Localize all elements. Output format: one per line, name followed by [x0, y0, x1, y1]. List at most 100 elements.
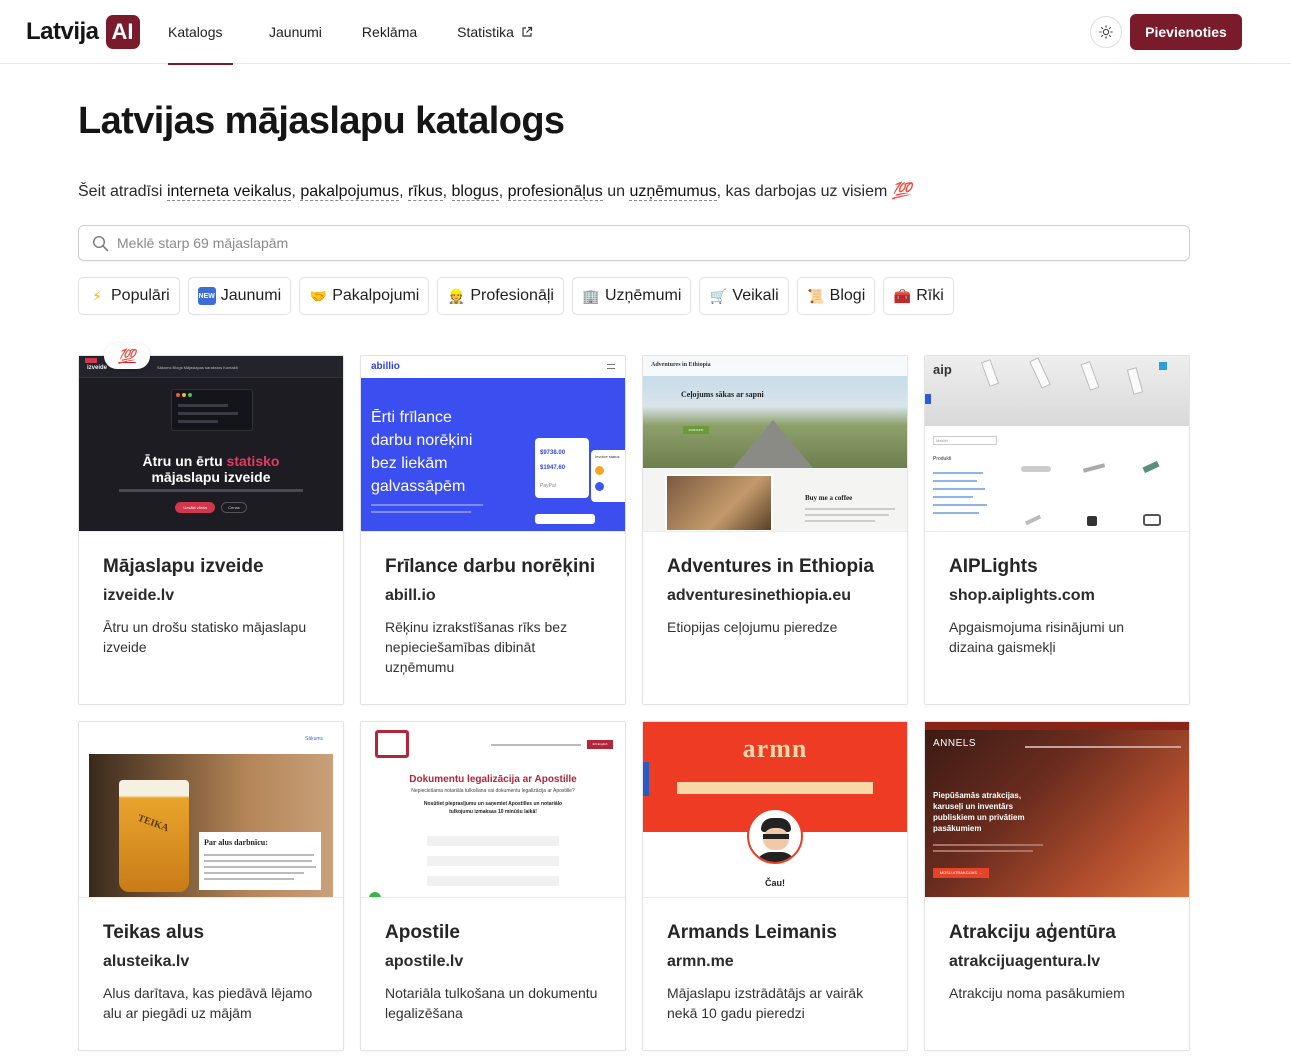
chip-populari[interactable]: ⚡ Populāri: [78, 277, 180, 315]
screenshot-logo: [375, 730, 409, 758]
site-card-abillio[interactable]: abillio Ērti frīlance darbu norēķini bez…: [360, 355, 626, 705]
screenshot-navbar: [361, 356, 625, 378]
screenshot-chat-bubble: [369, 892, 381, 897]
nav-item-reklama[interactable]: Reklāma: [362, 0, 417, 64]
professional-icon: 👷: [447, 287, 466, 304]
screenshot-button: KONTAKTI: [683, 426, 709, 434]
search-icon: [92, 235, 109, 252]
site-screenshot: armn Čau!: [643, 722, 907, 898]
screenshot-headline-accent: statisko: [226, 453, 280, 469]
screenshot-terminal: [171, 389, 253, 431]
card-title: Teikas alus: [103, 922, 205, 943]
screenshot-status-label: Invoice status: [595, 454, 620, 459]
card-description: Ātru un drošu statisko mājaslapu izveide: [103, 619, 307, 655]
chip-riki[interactable]: 🧰 Rīki: [883, 277, 954, 315]
sun-icon: [1099, 25, 1113, 39]
screenshot-headline: Ātru un ērtu statisko: [79, 453, 343, 469]
screenshot-greeting: Čau!: [765, 878, 785, 888]
card-description: Notariāla tulkošana un dokumentu legaliz…: [385, 985, 598, 1021]
site-card-atrakcijas[interactable]: ANNELS Piepūšamās atrakcijas, karuseļi u…: [924, 721, 1190, 1051]
chip-jaunumi[interactable]: NEW Jaunumi: [187, 277, 292, 315]
site-card-aiplights[interactable]: aip Meklēt Produkti AIPLights shop.aipli…: [924, 355, 1190, 705]
card-domain: alusteika.lv: [103, 953, 190, 970]
site-screenshot: Adventures in Ethiopia Ceļojums sākas ar…: [643, 356, 907, 532]
site-card-izveide[interactable]: izveide Sākums Blogs Mājaslapas saraksto…: [78, 355, 344, 705]
screenshot-logo: ANNELS: [933, 738, 977, 749]
card-description: Apgaismojuma risinājumi un dizaina gaism…: [949, 619, 1125, 655]
screenshot-textbox-heading: Par alus darbnīcu:: [204, 838, 268, 847]
screenshot-text-line: [933, 844, 1043, 846]
card-title: Mājaslapu izveide: [103, 556, 264, 577]
screenshot-text-line: [933, 850, 1033, 852]
site-card-apostile[interactable]: EN English Dokumentu legalizācija ar Apo…: [360, 721, 626, 1051]
search-input[interactable]: [117, 227, 1177, 259]
brand-ai-badge: AI: [105, 15, 140, 49]
site-card-ethiopia[interactable]: Adventures in Ethiopia Ceļojums sākas ar…: [642, 355, 908, 705]
screenshot-search: Meklēt: [933, 436, 997, 445]
nav-item-statistika[interactable]: Statistika: [457, 0, 533, 64]
featured-badge: 💯: [104, 343, 150, 369]
screenshot-product: [1143, 514, 1161, 526]
card-title: Frīlance darbu norēķini: [385, 556, 596, 577]
nav-label: Katalogs: [168, 24, 223, 40]
card-description: Alus darītava, kas piedāvā lējamo alu ar…: [103, 985, 313, 1021]
card-description: Atrakciju noma pasākumiem: [949, 985, 1125, 1001]
site-logo[interactable]: Latvija AI: [26, 15, 140, 49]
screenshot-flag: [85, 358, 97, 363]
screenshot-logo: armn: [742, 734, 808, 763]
screenshot-headline: Ērti frīlance darbu norēķini bez liekām …: [371, 409, 473, 495]
card-domain: adventuresinethiopia.eu: [667, 587, 852, 604]
card-title: AIPLights: [949, 556, 1038, 577]
subtitle-link-companies[interactable]: uzņēmumus: [629, 183, 717, 201]
chip-pakalpojumi[interactable]: 🤝 Pakalpojumi: [299, 277, 430, 315]
card-title: Adventures in Ethiopia: [667, 556, 874, 577]
chip-uznemumi[interactable]: 🏢 Uzņēmumi: [571, 277, 692, 315]
screenshot-lang-button: EN English: [587, 740, 613, 749]
join-button[interactable]: Pievienoties: [1130, 14, 1242, 50]
screenshot-hero: [925, 356, 1189, 426]
site-screenshot: izveide Sākums Blogs Mājaslapas saraksto…: [79, 356, 343, 532]
screenshot-step-text: Nosūtiet pieprasījumu un saņemiet Aposti…: [423, 801, 563, 815]
chip-veikali[interactable]: 🛒 Veikali: [699, 277, 789, 315]
brand-name: Latvija: [26, 18, 99, 45]
site-screenshot: Sākums TEIKA Par alus darbnīcu:: [79, 722, 343, 898]
subtitle-link-stores[interactable]: interneta veikalus: [166, 183, 292, 201]
site-screenshot: abillio Ērti frīlance darbu norēķini bez…: [361, 356, 625, 532]
screenshot-menu: Sākums Blogs Mājaslapas sarakstos Kontak…: [157, 365, 238, 370]
screenshot-paypal: PayPal: [540, 483, 556, 489]
theme-toggle-button[interactable]: [1090, 16, 1122, 48]
screenshot-cta-secondary: Cenas: [221, 502, 247, 513]
screenshot-amount: $9738.00: [540, 450, 566, 456]
site-card-teika[interactable]: Sākums TEIKA Par alus darbnīcu: Teikas a…: [78, 721, 344, 1051]
subtitle-link-tools[interactable]: rīkus: [407, 183, 443, 201]
card-description: Etiopijas ceļojumu pieredze: [667, 619, 838, 635]
subtitle-link-services[interactable]: pakalpojumus: [300, 183, 400, 201]
menu-icon: [607, 364, 615, 369]
screenshot-product: [1021, 466, 1051, 472]
subtitle-link-professionals[interactable]: profesionāļus: [507, 183, 603, 201]
site-screenshot: aip Meklēt Produkti: [925, 356, 1189, 532]
screenshot-text-line: [805, 514, 889, 516]
nav-item-katalogs[interactable]: Katalogs: [168, 0, 233, 65]
screenshot-textbox: Par alus darbnīcu:: [199, 832, 321, 890]
chip-profesionali[interactable]: 👷 Profesionāļi: [437, 277, 564, 315]
site-card-armn[interactable]: armn Čau! Armands Leimanis armn.me Mājas…: [642, 721, 908, 1051]
chip-label: Veikali: [732, 287, 779, 304]
screenshot-social-bar: [643, 762, 649, 796]
screenshot-text-line: [371, 504, 483, 506]
screenshot-menu: [491, 744, 581, 746]
nav-item-jaunumi[interactable]: Jaunumi: [269, 0, 322, 64]
screenshot-text-line: [805, 508, 895, 510]
chip-label: Profesionāļi: [470, 287, 554, 304]
shopping-cart-icon: 🛒: [709, 287, 728, 304]
screenshot-text-line: [371, 511, 471, 513]
card-domain: armn.me: [667, 953, 734, 970]
toolbox-icon: 🧰: [893, 287, 911, 304]
screenshot-side-tab: [925, 394, 931, 404]
screenshot-logo: aip: [933, 362, 952, 377]
chip-label: Jaunumi: [220, 287, 282, 304]
screenshot-status-card: Invoice status: [591, 450, 625, 502]
chip-blogi[interactable]: 📜 Blogi: [796, 277, 876, 315]
subtitle-link-blogs[interactable]: blogus: [451, 183, 499, 201]
category-filter-bar: ⚡ Populāri NEW Jaunumi 🤝 Pakalpojumi 👷 P…: [78, 277, 954, 315]
